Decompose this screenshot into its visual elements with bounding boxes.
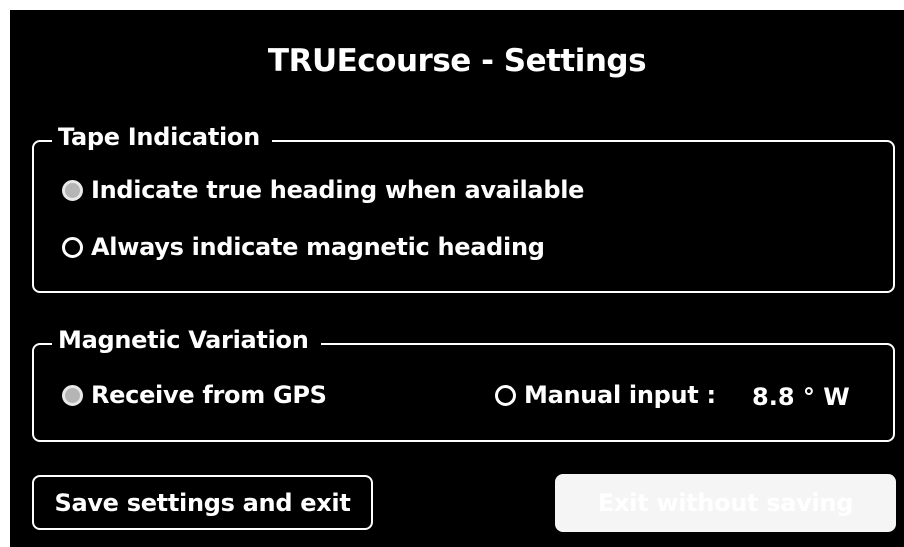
page-title: TRUEcourse - Settings (267, 43, 647, 79)
magnetic-variation-group: Magnetic Variation Receive from GPS Manu… (32, 326, 895, 442)
radio-selected-icon[interactable] (62, 179, 83, 201)
radio-option-magnetic-heading[interactable]: Always indicate magnetic heading (62, 233, 545, 261)
radio-label: Always indicate magnetic heading (91, 233, 545, 261)
radio-option-true-heading[interactable]: Indicate true heading when available (62, 176, 584, 204)
manual-variation-value[interactable]: 8.8 ° W (752, 383, 850, 411)
radio-option-manual-input[interactable]: Manual input : (495, 381, 716, 409)
radio-option-receive-gps[interactable]: Receive from GPS (62, 381, 327, 409)
tape-indication-group: Tape Indication Indicate true heading wh… (32, 123, 895, 293)
radio-unselected-icon[interactable] (495, 384, 516, 406)
tape-indication-legend: Tape Indication (52, 123, 272, 151)
radio-label: Receive from GPS (91, 381, 327, 409)
magnetic-variation-legend: Magnetic Variation (52, 326, 321, 354)
settings-screen: TRUEcourse - Settings Tape Indication In… (10, 10, 904, 547)
radio-label: Manual input : (524, 381, 716, 409)
radio-label: Indicate true heading when available (91, 176, 585, 204)
save-and-exit-button[interactable]: Save settings and exit (32, 475, 373, 530)
exit-without-saving-button[interactable]: Exit without saving (555, 474, 896, 532)
radio-unselected-icon[interactable] (62, 236, 83, 258)
radio-selected-icon[interactable] (62, 384, 83, 406)
